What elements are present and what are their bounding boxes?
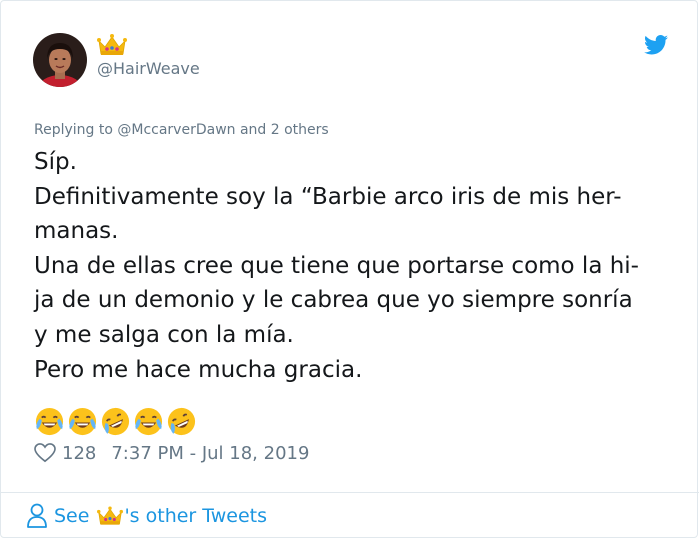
tweet-line: manas. (34, 218, 119, 245)
tweet-line: Pero me hace mucha gracia. (34, 356, 363, 383)
tweet-line: Una de ellas cree que tiene que portarse… (34, 252, 639, 279)
tears-of-joy-emoji-icon (134, 407, 163, 436)
see-other-tweets-link[interactable]: See 's other Tweets (26, 501, 267, 531)
rofl-emoji-icon (101, 407, 130, 436)
heart-icon[interactable] (34, 443, 56, 463)
twitter-bird-icon[interactable] (644, 35, 668, 55)
tweet-line: ja de un demonio y le cabrea que yo siem… (34, 287, 633, 314)
tweet-line: Síp. (34, 149, 77, 175)
tears-of-joy-emoji-icon (35, 407, 64, 436)
like-count[interactable]: 128 (62, 443, 96, 464)
tweet-card: @HairWeave Replying to @MccarverDawn and… (0, 0, 699, 538)
see-suffix: 's other Tweets (124, 505, 267, 527)
person-icon (27, 503, 47, 528)
user-handle[interactable]: @HairWeave (97, 59, 200, 78)
see-prefix: See (54, 505, 90, 527)
tears-of-joy-emoji-icon (68, 407, 97, 436)
avatar[interactable] (33, 33, 87, 87)
tweet-meta: 128 7:37 PM - Jul 18, 2019 (34, 441, 309, 465)
divider (1, 492, 699, 493)
timestamp[interactable]: 7:37 PM - Jul 18, 2019 (111, 443, 309, 464)
crown-icon (97, 34, 127, 55)
tweet-line: Definitivamente soy la “Barbie arco iris… (34, 183, 622, 210)
tweet-text: Síp. Definitivamente soy la “Barbie arco… (34, 145, 674, 387)
emoji-row (34, 406, 197, 438)
replying-to[interactable]: Replying to @MccarverDawn and 2 others (34, 122, 329, 138)
crown-icon (97, 506, 124, 525)
rofl-emoji-icon (167, 407, 196, 436)
tweet-line: y me salga con la mía. (34, 321, 294, 348)
